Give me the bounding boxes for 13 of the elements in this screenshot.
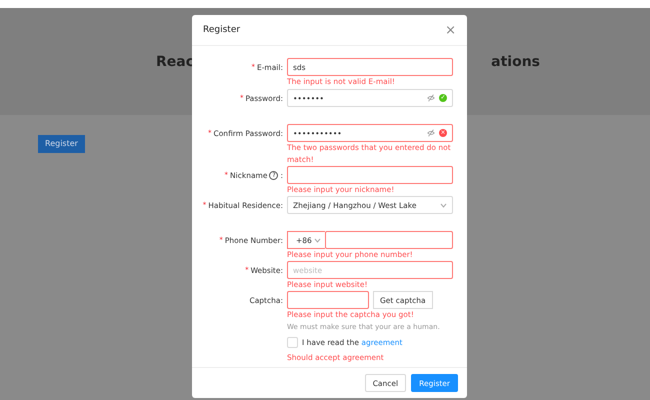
register-button[interactable]: Register <box>38 134 85 152</box>
dialog-title: Register <box>203 25 240 35</box>
eye-slash-icon[interactable] <box>427 94 435 102</box>
eye-slash-icon[interactable] <box>427 129 435 137</box>
page-title: Reac <box>156 54 194 70</box>
input-field[interactable] <box>287 166 453 184</box>
captcha-field[interactable] <box>287 291 369 309</box>
chevron-down-icon <box>440 202 447 208</box>
phone-field[interactable] <box>325 231 453 249</box>
chevron-down-icon <box>314 238 321 242</box>
agreement-checkbox[interactable] <box>287 337 298 348</box>
close-button[interactable]: × <box>445 22 456 38</box>
page-title: ations <box>491 54 540 70</box>
